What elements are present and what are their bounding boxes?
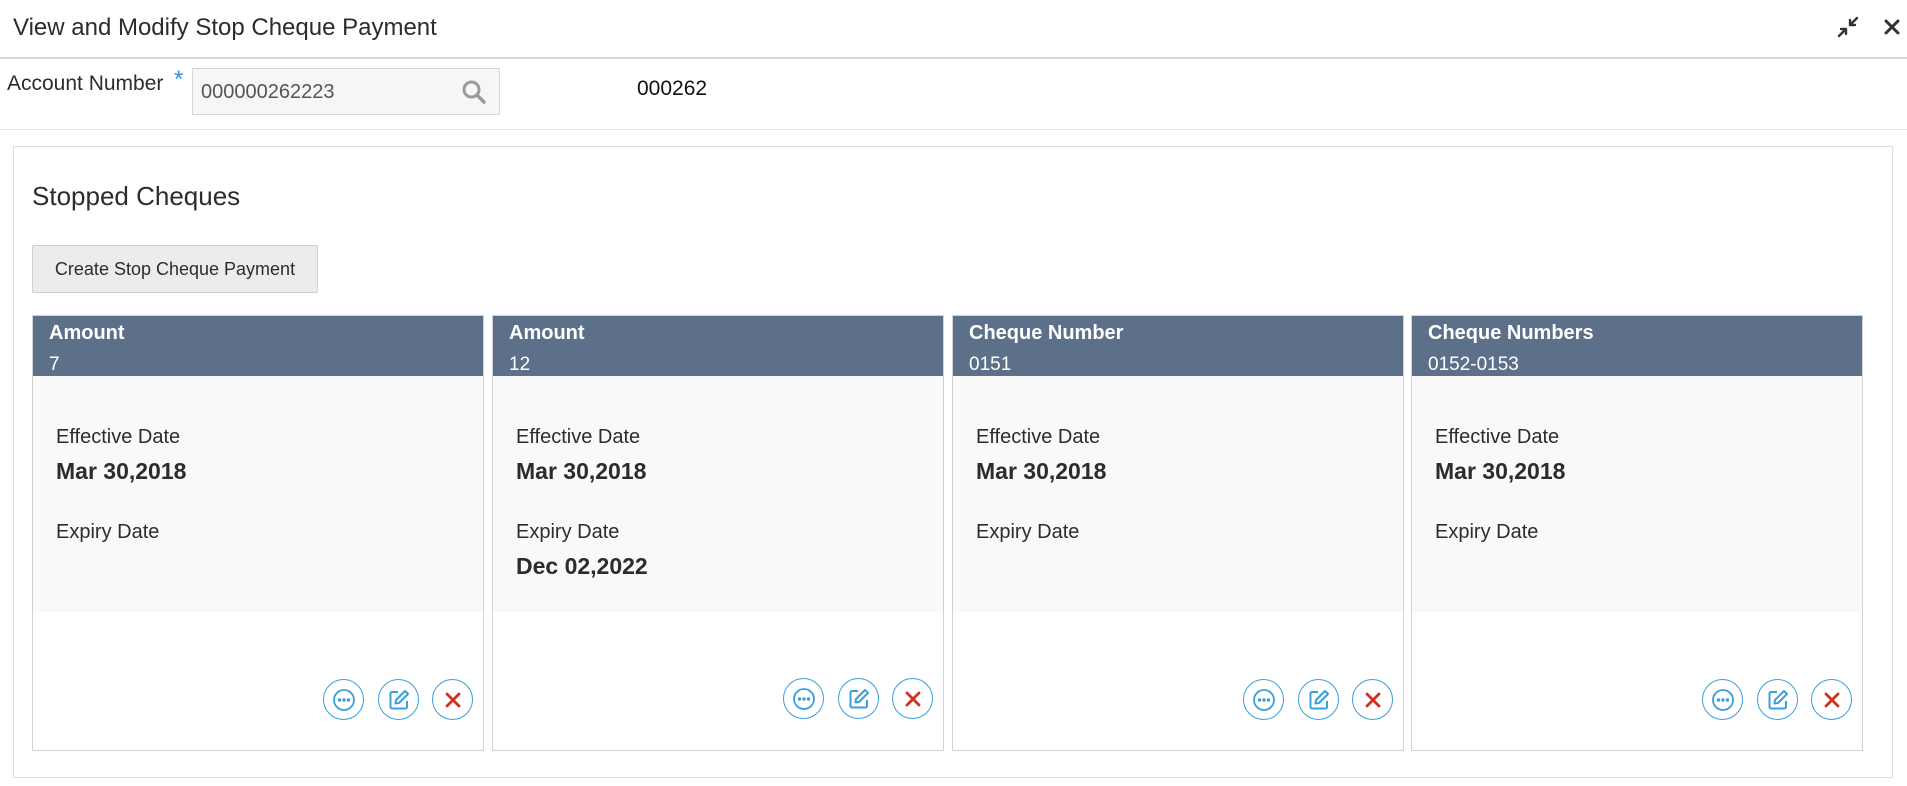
stopped-cheque-card: Amount 12 Effective Date Mar 30,2018 Exp… xyxy=(492,315,944,751)
card-header-value: 7 xyxy=(49,354,60,375)
card-header-label: Amount xyxy=(509,322,585,344)
account-number-label: Account Number xyxy=(7,72,164,95)
card-header: Cheque Number 0151 xyxy=(953,316,1403,376)
card-header-label: Cheque Numbers xyxy=(1428,322,1594,344)
expiry-date-value: Dec 02,2022 xyxy=(516,553,648,579)
effective-date-value: Mar 30,2018 xyxy=(56,458,187,484)
stopped-cheque-card: Amount 7 Effective Date Mar 30,2018 Expi… xyxy=(32,315,484,751)
expiry-date-label: Expiry Date xyxy=(56,521,160,543)
account-number-field xyxy=(192,68,500,115)
search-icon[interactable] xyxy=(459,77,489,107)
more-options-icon[interactable] xyxy=(1702,679,1743,720)
account-number-input[interactable] xyxy=(201,79,441,105)
card-actions xyxy=(1702,679,1862,723)
required-marker: * xyxy=(174,66,184,93)
effective-date-value: Mar 30,2018 xyxy=(516,458,647,484)
close-icon[interactable] xyxy=(1878,13,1906,41)
stopped-cheque-card: Cheque Numbers 0152-0153 Effective Date … xyxy=(1411,315,1863,751)
stopped-cheque-card: Cheque Number 0151 Effective Date Mar 30… xyxy=(952,315,1404,751)
card-actions xyxy=(1243,679,1403,723)
effective-date-label: Effective Date xyxy=(976,426,1101,448)
effective-date-value: Mar 30,2018 xyxy=(1435,458,1566,484)
expiry-date-label: Expiry Date xyxy=(516,521,620,543)
card-body: Effective Date Mar 30,2018 Expiry Date xyxy=(1412,376,1862,612)
card-header-value: 12 xyxy=(509,354,531,375)
card-header-label: Cheque Number xyxy=(969,322,1124,344)
effective-date-value: Mar 30,2018 xyxy=(976,458,1107,484)
effective-date-label: Effective Date xyxy=(56,426,181,448)
edit-icon[interactable] xyxy=(378,679,419,720)
card-body: Effective Date Mar 30,2018 Expiry Date xyxy=(953,376,1403,612)
card-header: Amount 7 xyxy=(33,316,483,376)
stopped-cheques-panel: Stopped Cheques Create Stop Cheque Payme… xyxy=(13,146,1893,778)
delete-x-icon[interactable] xyxy=(1811,679,1852,720)
expiry-date-label: Expiry Date xyxy=(1435,521,1539,543)
account-row: Account Number * 000262 xyxy=(0,60,1907,130)
more-options-icon[interactable] xyxy=(783,678,824,719)
card-body: Effective Date Mar 30,2018 Expiry Date D… xyxy=(493,376,943,612)
card-header: Cheque Numbers 0152-0153 xyxy=(1412,316,1862,376)
card-header-value: 0152-0153 xyxy=(1428,354,1519,375)
card-header-label: Amount xyxy=(49,322,125,344)
effective-date-label: Effective Date xyxy=(1435,426,1560,448)
collapse-arrows-icon[interactable] xyxy=(1834,13,1862,41)
window-titlebar: View and Modify Stop Cheque Payment xyxy=(0,0,1907,59)
card-body: Effective Date Mar 30,2018 Expiry Date xyxy=(33,376,483,612)
edit-icon[interactable] xyxy=(1757,679,1798,720)
more-options-icon[interactable] xyxy=(1243,679,1284,720)
card-actions xyxy=(323,679,483,723)
delete-x-icon[interactable] xyxy=(892,678,933,719)
page-title: View and Modify Stop Cheque Payment xyxy=(13,14,437,41)
delete-x-icon[interactable] xyxy=(432,679,473,720)
section-title: Stopped Cheques xyxy=(32,181,241,211)
card-header: Amount 12 xyxy=(493,316,943,376)
account-name: 000262 xyxy=(637,77,708,100)
expiry-date-label: Expiry Date xyxy=(976,521,1080,543)
delete-x-icon[interactable] xyxy=(1352,679,1393,720)
more-options-icon[interactable] xyxy=(323,679,364,720)
create-stop-cheque-button[interactable]: Create Stop Cheque Payment xyxy=(32,245,318,293)
effective-date-label: Effective Date xyxy=(516,426,641,448)
edit-icon[interactable] xyxy=(838,678,879,719)
edit-icon[interactable] xyxy=(1298,679,1339,720)
card-header-value: 0151 xyxy=(969,354,1012,375)
card-actions xyxy=(783,678,943,722)
